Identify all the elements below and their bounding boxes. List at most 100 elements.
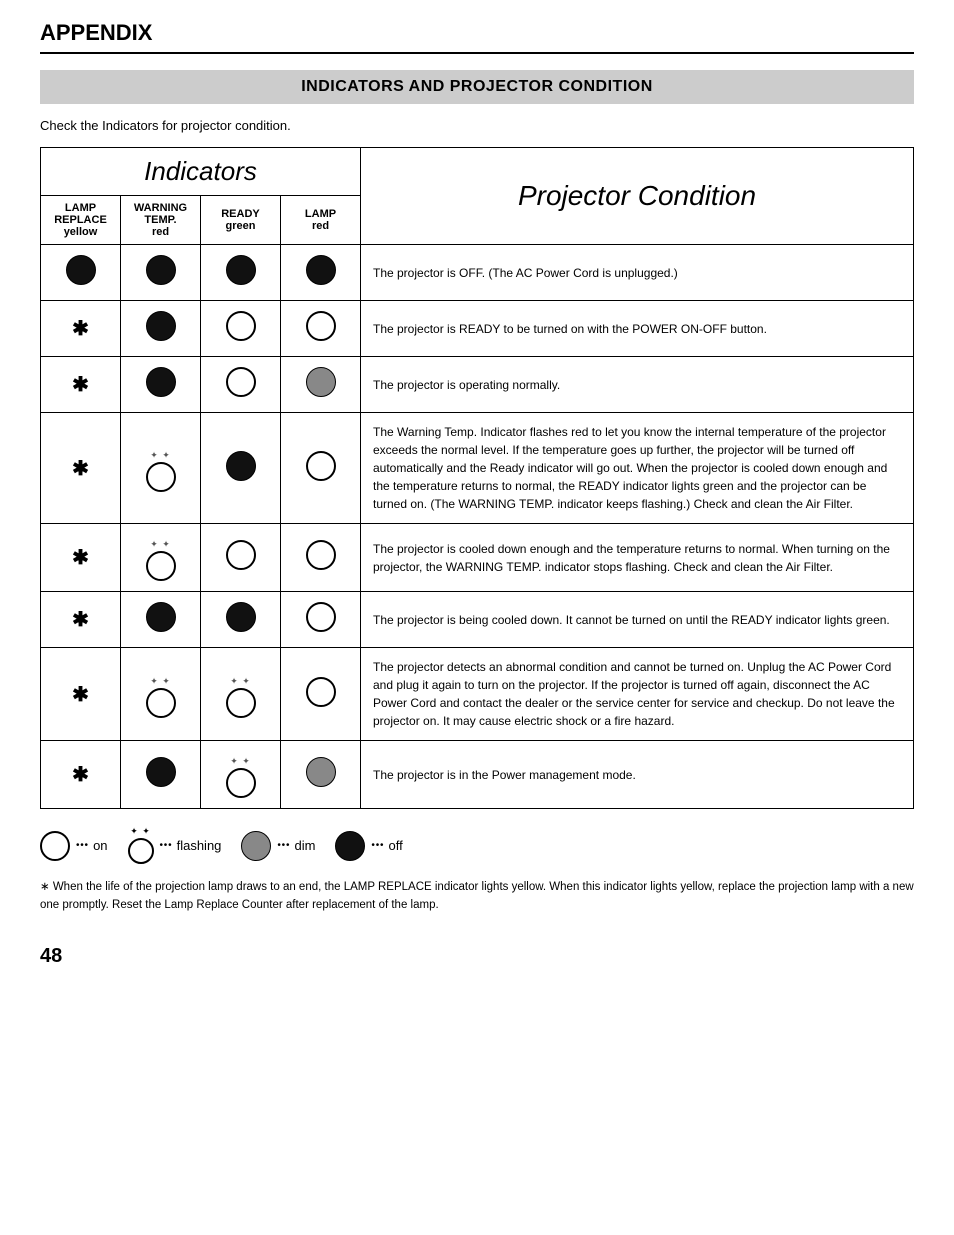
indicator-cell (201, 301, 281, 357)
indicator-cell: ✱ (41, 648, 121, 741)
legend-on: • • • on (40, 831, 108, 861)
indicators-table: Indicators Projector Condition LAMP REPL… (40, 147, 914, 809)
legend-flashing: ✦ ✦ • • • flashing (128, 827, 222, 864)
indicator-cell: ✱ (41, 741, 121, 809)
star-icon: ✱ (72, 547, 89, 569)
col-warning-temp: WARNING TEMP. red (121, 196, 201, 245)
on-circle (226, 367, 256, 397)
indicator-cell (201, 413, 281, 524)
col-ready: READY green (201, 196, 281, 245)
flash-circle (146, 462, 176, 492)
flash-circle (146, 551, 176, 581)
indicator-cell (201, 592, 281, 648)
indicator-cell: ✱ (41, 524, 121, 592)
on-circle (306, 311, 336, 341)
table-row: The projector is OFF. (The AC Power Cord… (41, 245, 914, 301)
indicator-cell (281, 648, 361, 741)
table-row: ✱ ✦ ✦ The projector is cooled down enoug… (41, 524, 914, 592)
legend-on-icon (40, 831, 70, 861)
on-circle (306, 602, 336, 632)
legend-off: • • • off (335, 831, 402, 861)
flash-circle (226, 768, 256, 798)
indicator-cell: ✱ (41, 592, 121, 648)
indicator-cell (121, 592, 201, 648)
flash-icon: ✦ ✦ (146, 677, 176, 718)
appendix-title: APPENDIX (40, 20, 914, 54)
indicator-cell (121, 301, 201, 357)
star-icon: ✱ (72, 609, 89, 631)
star-icon: ✱ (72, 764, 89, 786)
indicator-cell (121, 245, 201, 301)
condition-text: The projector is being cooled down. It c… (361, 592, 914, 648)
condition-text: The projector detects an abnormal condit… (361, 648, 914, 741)
flash-circle (146, 688, 176, 718)
indicator-cell (281, 524, 361, 592)
off-circle (146, 602, 176, 632)
indicator-cell: ✦ ✦ (121, 648, 201, 741)
flash-icon: ✦ ✦ (226, 677, 256, 718)
off-circle (66, 255, 96, 285)
flash-icon: ✦ ✦ (226, 757, 256, 798)
footnote: ∗ When the life of the projection lamp d… (40, 878, 914, 915)
dim-circle (306, 757, 336, 787)
off-circle (146, 367, 176, 397)
off-circle (146, 311, 176, 341)
dim-circle (306, 367, 336, 397)
on-circle (306, 451, 336, 481)
col-lamp-replace: LAMP REPLACE yellow (41, 196, 121, 245)
off-circle (226, 451, 256, 481)
flash-icon: ✦ ✦ (146, 451, 176, 492)
condition-text: The Warning Temp. Indicator flashes red … (361, 413, 914, 524)
table-row: ✱ The projector is READY to be turned on … (41, 301, 914, 357)
off-circle (226, 602, 256, 632)
indicator-cell (281, 413, 361, 524)
indicator-cell (281, 592, 361, 648)
off-circle (306, 255, 336, 285)
on-circle (226, 540, 256, 570)
table-row: ✱ ✦ ✦ The projector is in the Power mana… (41, 741, 914, 809)
intro-text: Check the Indicators for projector condi… (40, 118, 914, 133)
col-lamp: LAMP red (281, 196, 361, 245)
table-row: ✱ ✦ ✦ The Warning Temp. Indicator flashe… (41, 413, 914, 524)
indicator-cell (201, 524, 281, 592)
indicators-header: Indicators (41, 148, 361, 196)
off-circle (146, 255, 176, 285)
on-circle (306, 540, 336, 570)
indicator-cell (201, 357, 281, 413)
condition-text: The projector is cooled down enough and … (361, 524, 914, 592)
table-row: ✱The projector is operating normally. (41, 357, 914, 413)
on-circle (306, 677, 336, 707)
projector-condition-header: Projector Condition (361, 148, 914, 245)
legend-dim: • • • dim (241, 831, 315, 861)
section-header: INDICATORS AND PROJECTOR CONDITION (40, 70, 914, 104)
legend-off-icon (335, 831, 365, 861)
star-icon: ✱ (72, 684, 89, 706)
indicator-cell: ✦ ✦ (201, 648, 281, 741)
indicator-cell (121, 741, 201, 809)
page-number: 48 (40, 945, 914, 968)
legend-dim-icon (241, 831, 271, 861)
off-circle (226, 255, 256, 285)
indicator-cell (281, 357, 361, 413)
indicator-cell (41, 245, 121, 301)
indicator-cell: ✱ (41, 413, 121, 524)
indicator-cell (201, 245, 281, 301)
flash-icon: ✦ ✦ (146, 540, 176, 581)
table-row: ✱ ✦ ✦ ✦ ✦ The projector detects an abnor… (41, 648, 914, 741)
indicator-cell (281, 301, 361, 357)
star-icon: ✱ (72, 318, 89, 340)
condition-text: The projector is in the Power management… (361, 741, 914, 809)
indicator-cell: ✱ (41, 357, 121, 413)
indicator-cell (281, 741, 361, 809)
table-row: ✱ The projector is being cooled down. It … (41, 592, 914, 648)
legend-row: • • • on ✦ ✦ • • • flashing • • • dim • … (40, 827, 914, 864)
legend-dim-label: dim (294, 838, 315, 853)
legend-flashing-label: flashing (177, 838, 222, 853)
indicator-cell: ✦ ✦ (121, 524, 201, 592)
condition-text: The projector is OFF. (The AC Power Cord… (361, 245, 914, 301)
indicator-cell (281, 245, 361, 301)
indicator-cell: ✦ ✦ (201, 741, 281, 809)
on-circle (226, 311, 256, 341)
condition-text: The projector is READY to be turned on w… (361, 301, 914, 357)
indicator-cell: ✦ ✦ (121, 413, 201, 524)
